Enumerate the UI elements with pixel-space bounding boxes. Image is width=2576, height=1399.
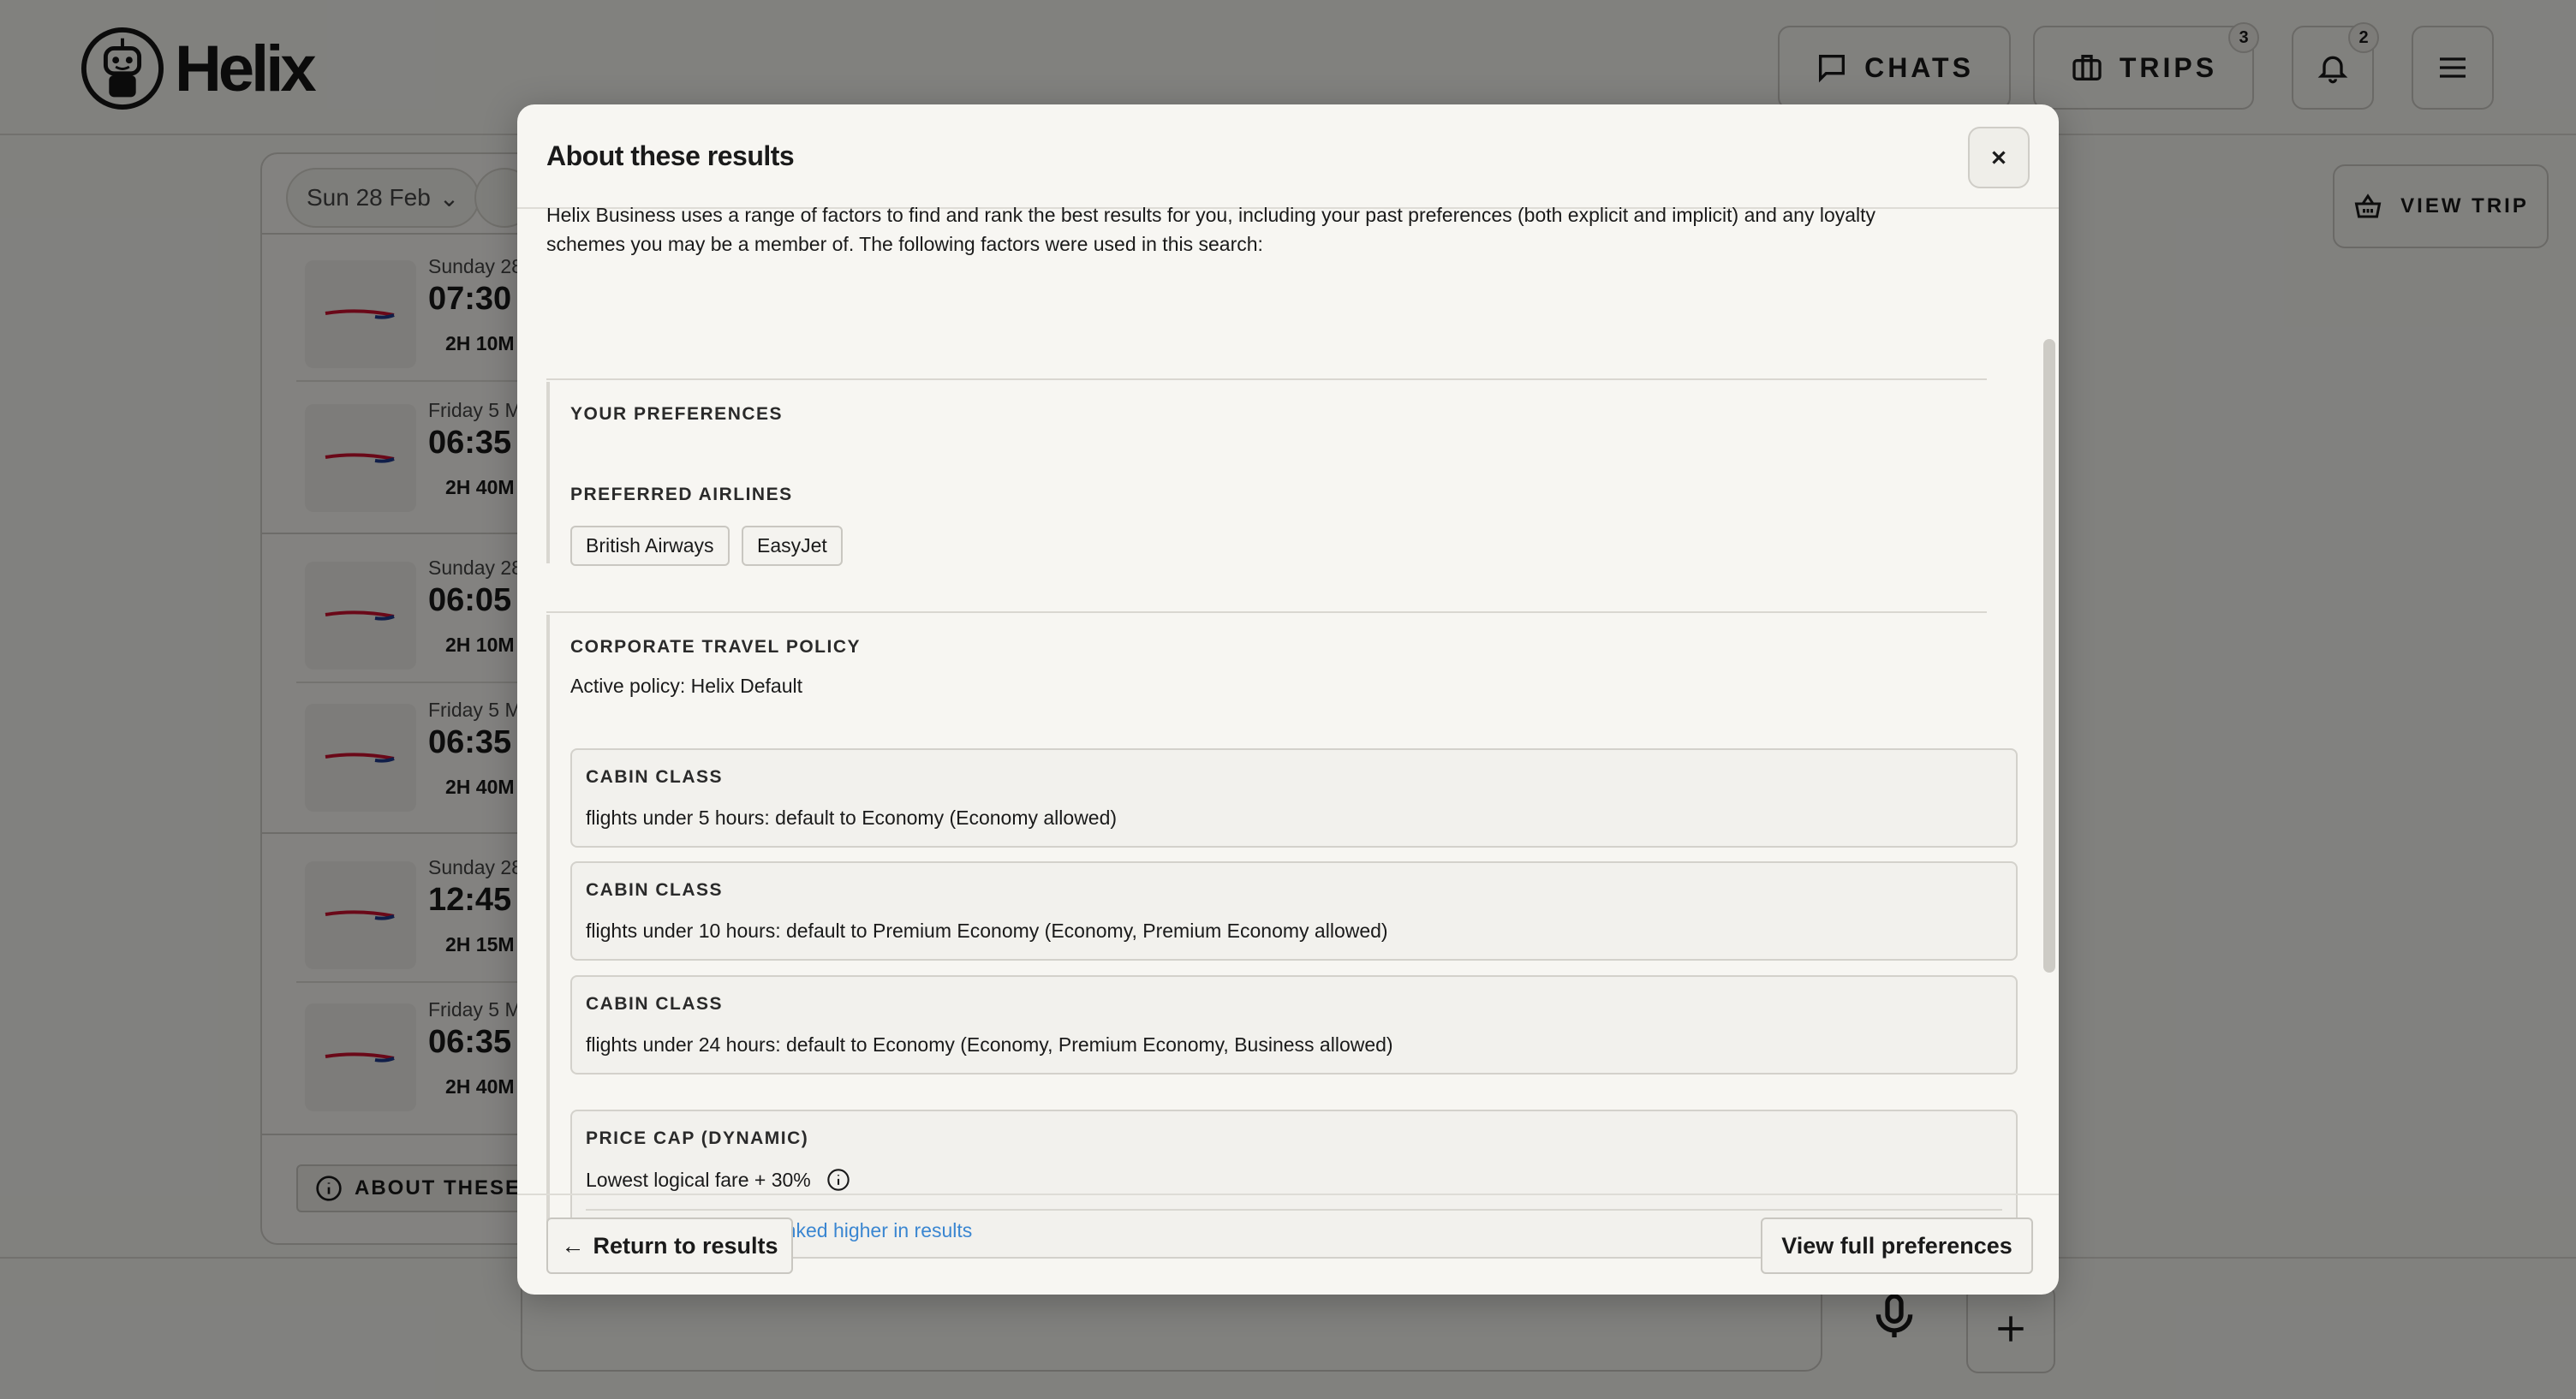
active-policy: Active policy: Helix Default xyxy=(570,675,802,697)
return-label: Return to results xyxy=(593,1232,778,1259)
close-button[interactable] xyxy=(1968,127,2030,188)
return-to-results-button[interactable]: ← Return to results xyxy=(546,1217,793,1274)
divider xyxy=(546,378,1987,380)
price-cap-row: Lowest logical fare + 30% xyxy=(586,1168,850,1192)
airline-chip: British Airways xyxy=(570,526,730,566)
preferences-heading: YOUR PREFERENCES xyxy=(570,404,784,424)
rule-label: CABIN CLASS xyxy=(586,994,724,1014)
intro-text: Helix Business uses a range of factors t… xyxy=(546,200,1985,259)
dialog-title: About these results xyxy=(546,140,795,171)
rule-text: flights under 24 hours: default to Econo… xyxy=(586,1033,1393,1056)
dialog-header: About these results xyxy=(517,104,2059,209)
airlines-heading: PREFERRED AIRLINES xyxy=(570,485,793,504)
preferences-section: YOUR PREFERENCES PREFERRED AIRLINES Brit… xyxy=(546,382,1987,566)
policy-heading: CORPORATE TRAVEL POLICY xyxy=(570,637,862,657)
price-cap-label: PRICE CAP (DYNAMIC) xyxy=(586,1128,809,1148)
dialog-body: Helix Business uses a range of factors t… xyxy=(517,204,2059,1295)
rule-text: flights under 5 hours: default to Econom… xyxy=(586,807,1118,829)
dialog-footer: ← Return to results View full preference… xyxy=(517,1194,2059,1295)
price-cap-text: Lowest logical fare + 30% xyxy=(586,1168,811,1191)
divider xyxy=(546,611,1987,613)
rule-label: CABIN CLASS xyxy=(586,880,724,900)
close-icon xyxy=(1992,151,2006,164)
policy-rule-card: CABIN CLASS flights under 24 hours: defa… xyxy=(570,975,2018,1075)
policy-rule-card: CABIN CLASS flights under 10 hours: defa… xyxy=(570,861,2018,961)
arrow-left-icon: ← xyxy=(561,1232,585,1259)
policy-rule-card: CABIN CLASS flights under 5 hours: defau… xyxy=(570,748,2018,848)
rule-label: CABIN CLASS xyxy=(586,767,724,787)
info-icon[interactable] xyxy=(826,1168,850,1192)
airline-chip: EasyJet xyxy=(742,526,843,566)
rule-text: flights under 10 hours: default to Premi… xyxy=(586,920,1388,942)
airline-chips: British Airways EasyJet xyxy=(570,526,851,566)
about-results-dialog: About these results Helix Business uses … xyxy=(517,104,2059,1295)
intro-line-2: schemes you may be a member of. The foll… xyxy=(546,233,1263,255)
intro-line-1: Helix Business uses a range of factors t… xyxy=(546,204,1876,226)
view-prefs-label: View full preferences xyxy=(1781,1232,2012,1259)
view-full-preferences-button[interactable]: View full preferences xyxy=(1761,1217,2033,1274)
scrollbar[interactable] xyxy=(2043,339,2055,973)
